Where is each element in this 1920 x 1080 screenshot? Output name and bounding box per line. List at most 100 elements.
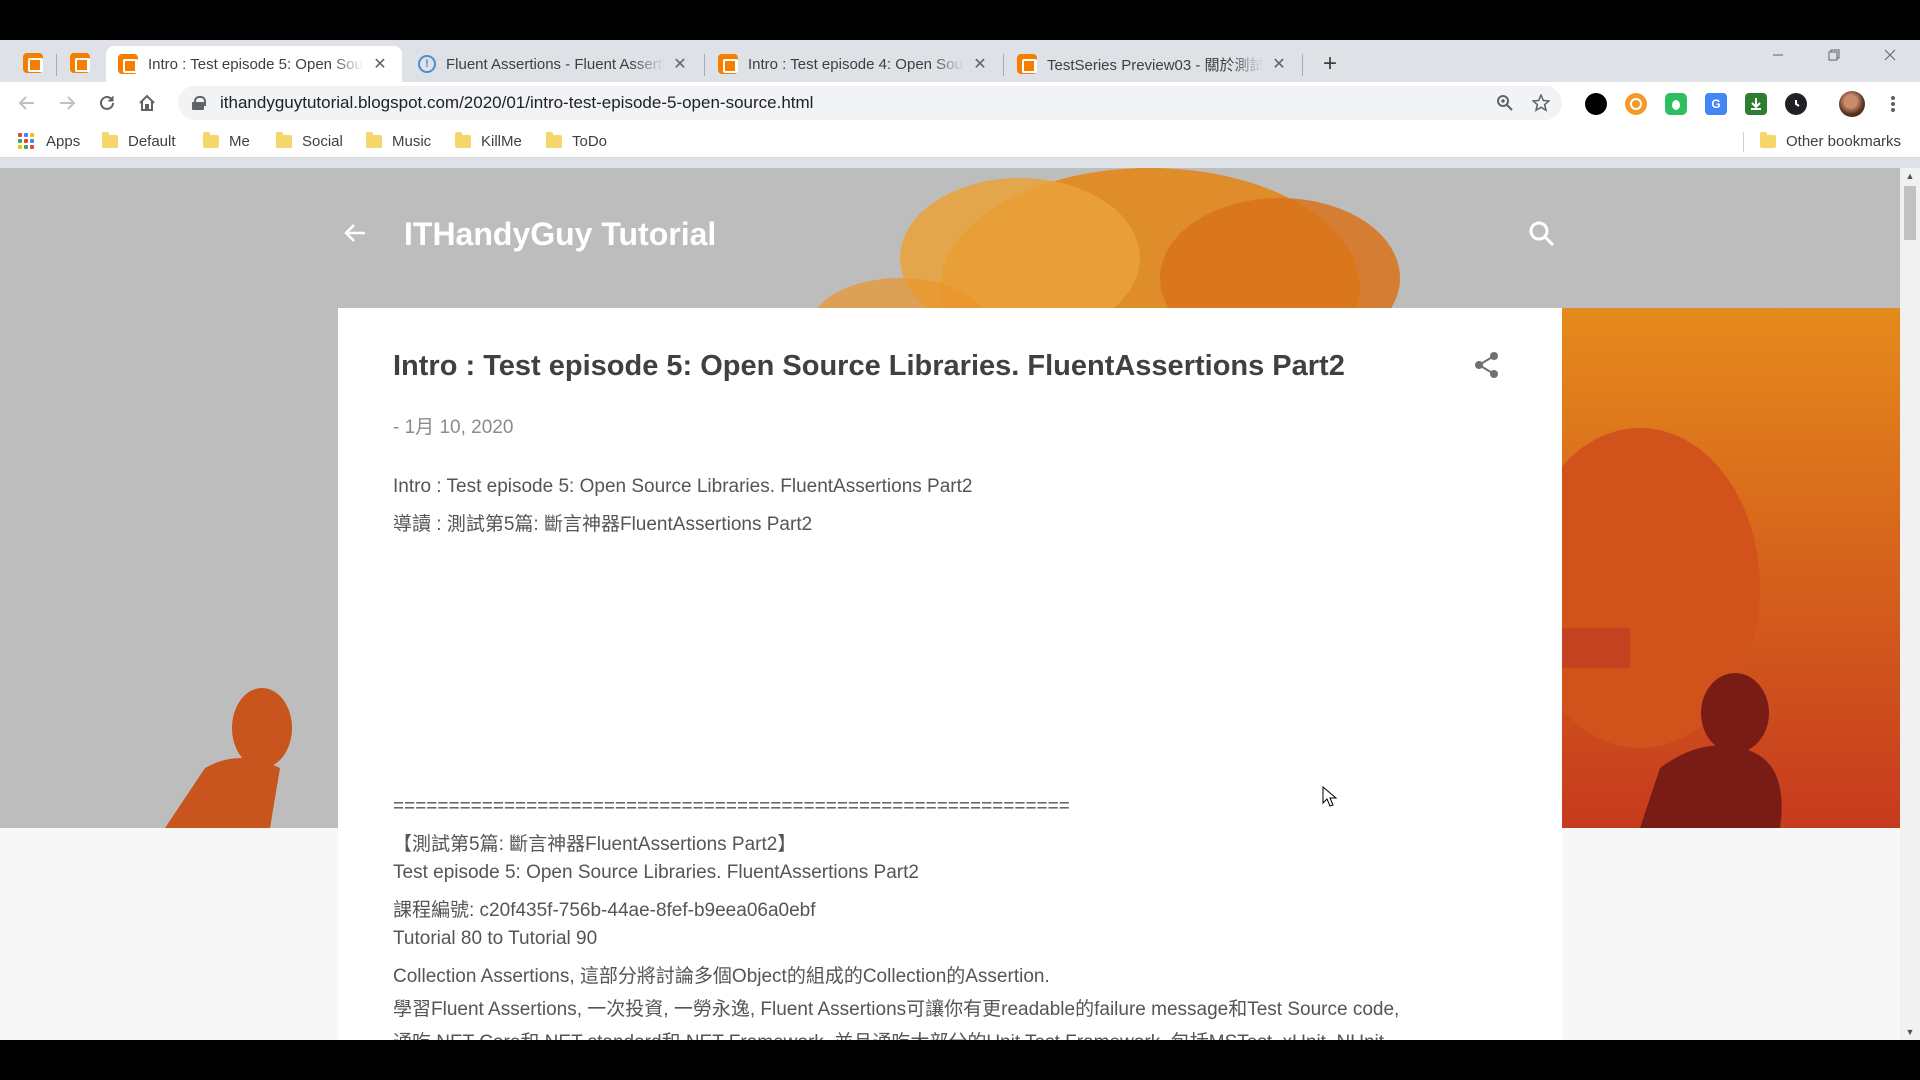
post-line: 課程編號: c20f435f-756b-44ae-8fef-b9eea06a0e… <box>393 900 816 921</box>
folder-icon <box>276 131 292 148</box>
bookmark-other-bookmarks[interactable]: Other bookmarks <box>1760 130 1901 152</box>
close-window-button[interactable] <box>1862 40 1918 70</box>
lock-icon[interactable] <box>192 96 206 110</box>
minimize-icon <box>1773 54 1783 56</box>
bookmark-folder-music[interactable]: Music <box>366 130 431 152</box>
mouse-cursor-icon <box>1322 786 1338 807</box>
bookmark-label: ToDo <box>572 132 608 150</box>
minimize-button[interactable] <box>1750 40 1806 70</box>
arrow-left-icon <box>344 224 365 242</box>
bookmark-folder-social[interactable]: Social <box>276 130 343 152</box>
profile-avatar[interactable] <box>1839 91 1865 117</box>
tab-close-icon[interactable]: ✕ <box>670 54 690 74</box>
page-scrollbar[interactable]: ▲ ▼ <box>1900 168 1920 1040</box>
folder-icon <box>546 131 562 148</box>
browser-window: Intro : Test episode 5: Open Source Libr… <box>0 40 1920 1040</box>
home-icon <box>139 94 155 111</box>
post-date: - 1月 10, 2020 <box>393 417 514 438</box>
bookmark-label: Default <box>128 132 176 150</box>
apps-grid-icon <box>18 133 34 149</box>
post-title: Intro : Test episode 5: Open Source Libr… <box>393 350 1345 382</box>
tab-separator <box>1302 54 1303 76</box>
extension-orange-icon[interactable] <box>1625 93 1647 115</box>
search-button[interactable] <box>1528 220 1560 252</box>
blogger-icon <box>718 54 738 74</box>
toolbar: ithandyguytutorial.blogspot.com/2020/01/… <box>0 82 1920 124</box>
back-button[interactable] <box>12 88 42 118</box>
blog-title[interactable]: ITHandyGuy Tutorial <box>404 216 716 253</box>
reload-icon <box>100 95 114 110</box>
post-line: Tutorial 80 to Tutorial 90 <box>393 928 598 949</box>
extension-fish-icon[interactable] <box>1585 93 1607 115</box>
reload-button[interactable] <box>92 88 122 118</box>
bookmark-star-icon[interactable] <box>1526 88 1556 118</box>
url-text[interactable]: ithandyguytutorial.blogspot.com/2020/01/… <box>220 93 1490 113</box>
post-line: Test episode 5: Open Source Libraries. F… <box>393 862 919 883</box>
share-icon <box>1475 352 1498 378</box>
tab-close-icon[interactable]: ✕ <box>970 54 990 74</box>
search-icon <box>1529 221 1555 247</box>
back-arrow-icon <box>18 96 34 110</box>
address-bar[interactable]: ithandyguytutorial.blogspot.com/2020/01/… <box>178 86 1562 120</box>
screen: Intro : Test episode 5: Open Source Libr… <box>0 0 1920 1080</box>
blogger-icon <box>70 53 90 73</box>
tab-fluent-assertions[interactable]: ! Fluent Assertions - Fluent Assertions … <box>406 46 702 82</box>
bookmark-label: Social <box>302 132 343 150</box>
forward-arrow-icon <box>60 96 76 110</box>
folder-icon <box>102 131 118 148</box>
folder-icon <box>366 131 382 148</box>
bookmark-label: Apps <box>46 132 81 150</box>
zoom-icon[interactable] <box>1490 88 1520 118</box>
new-tab-button[interactable]: + <box>1316 50 1344 78</box>
tab-episode-4[interactable]: Intro : Test episode 4: Open Source Libr… <box>706 46 1002 82</box>
bookmark-folder-me[interactable]: Me <box>203 130 250 152</box>
google-translate-icon[interactable]: G <box>1705 93 1727 115</box>
scroll-thumb[interactable] <box>1904 186 1916 240</box>
scroll-down-arrow-icon[interactable]: ▼ <box>1900 1024 1920 1040</box>
extension-clock-icon[interactable] <box>1785 93 1807 115</box>
bookmark-label: Other bookmarks <box>1786 132 1902 150</box>
fluent-assertions-icon: ! <box>418 55 436 73</box>
pinned-tab-blogger-2[interactable] <box>63 48 97 78</box>
bookmark-apps[interactable]: Apps <box>18 130 80 152</box>
tab-close-icon[interactable]: ✕ <box>370 54 390 74</box>
post-line: 【測試第5篇: 斷言神器FluentAssertions Part2】 <box>393 834 797 855</box>
restore-button[interactable] <box>1806 40 1862 70</box>
restore-icon <box>1828 49 1840 61</box>
bookmark-folder-todo[interactable]: ToDo <box>546 130 607 152</box>
bookmark-folder-killme[interactable]: KillMe <box>455 130 522 152</box>
post-line: ========================================… <box>393 796 1070 817</box>
post-line: Intro : Test episode 5: Open Source Libr… <box>393 476 973 497</box>
back-arrow-button[interactable] <box>340 218 370 248</box>
blogger-icon <box>1017 54 1037 74</box>
post-line: 學習Fluent Assertions, 一次投資, 一勞永逸, Fluent … <box>393 999 1400 1020</box>
blogger-icon <box>23 53 43 73</box>
blogger-icon <box>118 54 138 74</box>
scroll-up-arrow-icon[interactable]: ▲ <box>1900 168 1920 184</box>
chrome-menu-button[interactable] <box>1880 90 1906 118</box>
tab-test-series-preview[interactable]: TestSeries Preview03 - 關於測試 ✕ <box>1005 46 1301 82</box>
more-vert-icon <box>1891 96 1895 112</box>
forward-button[interactable] <box>52 88 82 118</box>
bookmark-label: Music <box>392 132 432 150</box>
post-line: 導讀 : 測試第5篇: 斷言神器FluentAssertions Part2 <box>393 514 813 535</box>
download-extension-icon[interactable] <box>1745 93 1767 115</box>
blog-header: ITHandyGuy Tutorial <box>0 168 1900 308</box>
tab-title: Fluent Assertions - Fluent Assertions <box>446 55 664 73</box>
tab-title: Intro : Test episode 5: Open Source Libr… <box>148 55 364 73</box>
bookmark-label: KillMe <box>481 132 522 150</box>
folder-icon <box>455 131 471 148</box>
tab-title: TestSeries Preview03 - 關於測試 <box>1047 56 1263 74</box>
tab-separator <box>56 54 57 76</box>
bookmarks-bar: Apps Default Me Social Music KillMe ToDo <box>0 124 1920 158</box>
tab-strip: Intro : Test episode 5: Open Source Libr… <box>0 40 1920 82</box>
tab-active[interactable]: Intro : Test episode 5: Open Source Libr… <box>106 46 402 82</box>
bookmark-folder-default[interactable]: Default <box>102 130 176 152</box>
home-button[interactable] <box>132 88 162 118</box>
bookmark-label: Me <box>229 132 250 150</box>
post-line: 通吃.NET Core和.NET standard和.NET Framework… <box>393 1027 1389 1040</box>
tab-close-icon[interactable]: ✕ <box>1269 54 1289 74</box>
pinned-tab-blogger-1[interactable] <box>16 48 50 78</box>
share-button[interactable] <box>1472 350 1502 380</box>
evernote-icon[interactable] <box>1665 93 1687 115</box>
